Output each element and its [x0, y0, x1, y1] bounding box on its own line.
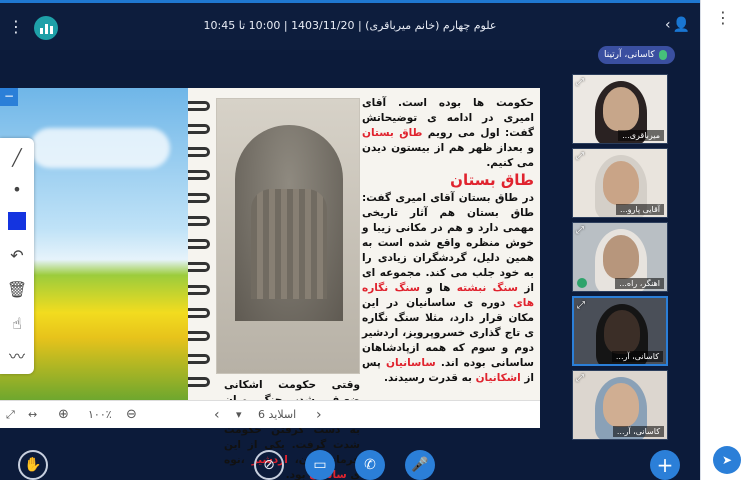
- taq-bostan-photo: [216, 98, 360, 374]
- chat-panel: ⋮ ➤: [700, 0, 750, 480]
- trash-icon[interactable]: 🗑: [4, 276, 30, 302]
- screen-share-off-icon[interactable]: ⊘: [254, 450, 284, 480]
- presentation-slide: حکومت ها بوده است. آقای امیری در ادامه ی…: [0, 88, 540, 480]
- collapse-tools-icon[interactable]: −: [0, 88, 18, 106]
- participant-name: کاسانی، آر...: [612, 426, 664, 437]
- user-menu[interactable]: ‹ 👤: [665, 17, 690, 33]
- participant-tile-5[interactable]: ⤢ کاسانی، آر...: [572, 370, 668, 440]
- raise-hand-icon[interactable]: ✋: [18, 450, 48, 480]
- annotation-toolbar: ╱ • ↶ 🗑 ☝ 〰: [0, 138, 34, 374]
- plus-icon[interactable]: +: [650, 450, 680, 480]
- zoom-level: ۱۰۰٪: [88, 408, 112, 421]
- hand-icon[interactable]: ☝: [4, 310, 30, 336]
- participant-tile-2[interactable]: ⤢ آقایی پارو...: [572, 148, 668, 218]
- chevron-left-icon[interactable]: ‹: [665, 17, 671, 33]
- meeting-title: علوم چهارم (خانم میرباقری) | 1403/11/20 …: [203, 19, 497, 32]
- participant-name: آقایی پارو...: [616, 204, 664, 215]
- user-icon[interactable]: 👤: [673, 17, 690, 33]
- participant-name: کاسانی، آر...: [611, 351, 663, 362]
- zoom-in-icon[interactable]: ⊕: [58, 407, 69, 422]
- fit-width-icon[interactable]: ↔: [28, 408, 37, 421]
- participant-tile-3[interactable]: ⤢ اهنگر، راه...: [572, 222, 668, 292]
- zoom-out-icon[interactable]: ⊖: [126, 407, 137, 422]
- bottom-controls: ✋ ⊘ ▭ ✆ 🎤 +: [0, 446, 700, 480]
- expand-tile-icon[interactable]: ⤢: [576, 151, 584, 162]
- mic-active-icon: [577, 278, 587, 288]
- presenter-badge: کاسانی، آرتینا: [598, 46, 675, 64]
- top-bar: ⋮ علوم چهارم (خانم میرباقری) | 1403/11/2…: [0, 0, 700, 50]
- participant-name: میرباقری...: [618, 130, 664, 141]
- prev-icon[interactable]: ‹: [214, 407, 220, 423]
- camera-icon[interactable]: ▭: [305, 450, 335, 480]
- chart-icon[interactable]: 〰: [4, 342, 30, 368]
- expand-tile-icon[interactable]: ⤢: [576, 77, 584, 88]
- microphone-icon[interactable]: 🎤: [405, 450, 435, 480]
- expand-tile-icon[interactable]: ⤢: [576, 373, 584, 384]
- color-swatch[interactable]: [4, 208, 30, 234]
- phone-icon[interactable]: ✆: [355, 450, 385, 480]
- expand-tile-icon[interactable]: ⤢: [576, 225, 584, 236]
- pen-icon[interactable]: ╱: [4, 144, 30, 170]
- notebook-rings: [188, 88, 212, 400]
- presenter-name: کاسانی، آرتینا: [604, 50, 655, 60]
- slide-text-main: حکومت ها بوده است. آقای امیری در ادامه ی…: [362, 97, 535, 384]
- next-icon[interactable]: ›: [316, 407, 322, 423]
- expand-tile-icon[interactable]: ⤢: [577, 300, 585, 311]
- dot-size-icon[interactable]: •: [4, 176, 30, 202]
- slide-heading: طاق بستان: [450, 171, 534, 189]
- undo-icon[interactable]: ↶: [4, 242, 30, 268]
- participant-tile-1[interactable]: ⤢ میرباقری...: [572, 74, 668, 144]
- dropdown-icon[interactable]: ▾: [236, 408, 242, 421]
- slide-navigation-bar: ⤢ ↔ ⊕ ۱۰۰٪ ⊖ ‹ ▾ اسلاید 6 ›: [0, 400, 540, 428]
- mic-icon: [658, 50, 667, 60]
- slide-label[interactable]: اسلاید 6: [258, 408, 296, 421]
- chat-menu-kebab-icon[interactable]: ⋮: [715, 8, 731, 27]
- expand-icon[interactable]: ⤢: [6, 408, 15, 422]
- send-icon[interactable]: ➤: [713, 446, 741, 474]
- participant-name: اهنگر، راه...: [615, 278, 664, 289]
- participant-tile-4[interactable]: ⤢ کاسانی، آر...: [572, 296, 668, 366]
